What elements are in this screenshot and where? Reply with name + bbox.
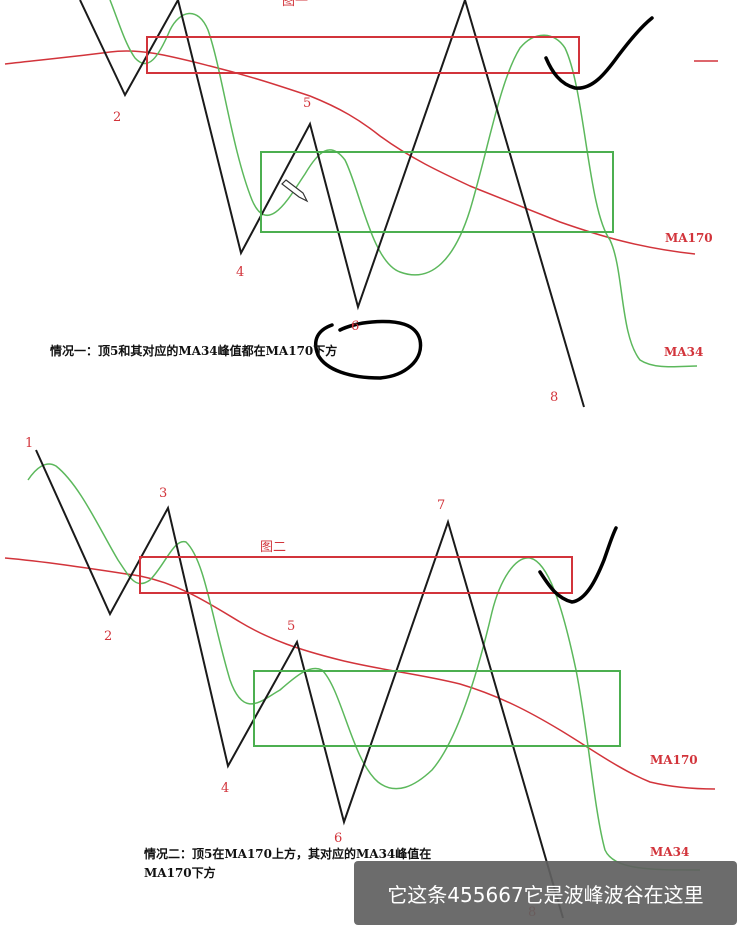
caption-top: 情况一：顶5和其对应的MA34峰值都在MA170下方 — [50, 343, 337, 358]
checkmark-annotation-top — [544, 16, 654, 90]
ma34-label-top: MA34 — [664, 345, 703, 359]
diagram-one: 图一 2 4 5 6 8 MA170 MA34 情况一：顶5和其对应的MA34峰… — [4, 0, 718, 408]
checkmark-annotation-bottom — [538, 526, 618, 604]
pencil-cursor-icon — [281, 179, 309, 203]
point-label-6-top: 6 — [351, 319, 359, 334]
point-label-5-top: 5 — [303, 96, 311, 111]
point-label-2-bottom: 2 — [104, 629, 112, 644]
diagram-canvas: 图一 2 4 5 6 8 MA170 MA34 情况一：顶5和其对应的MA34峰… — [4, 0, 718, 920]
ma170-label-top: MA170 — [665, 231, 713, 245]
green-box-top — [260, 151, 614, 233]
ma170-label-bottom: MA170 — [650, 753, 698, 767]
point-label-4-bottom: 4 — [221, 781, 229, 796]
point-label-1-bottom: 1 — [25, 436, 33, 451]
caption-bottom-line2: MA170下方 — [144, 865, 216, 880]
ma34-line-top — [109, 0, 698, 368]
green-box-bottom — [253, 670, 621, 747]
point-label-5-bottom: 5 — [287, 619, 295, 634]
caption-bottom-line1: 情况二：顶5在MA170上方，其对应的MA34峰值在 — [144, 846, 431, 861]
point-label-6-bottom: 6 — [334, 831, 342, 846]
diagram-one-title: 图一 — [282, 0, 308, 9]
point-label-8-top: 8 — [550, 390, 558, 405]
video-subtitle: 它这条455667它是波峰波谷在这里 — [354, 861, 737, 925]
ma34-label-bottom: MA34 — [650, 845, 689, 859]
point-label-2-top: 2 — [113, 110, 121, 125]
diagram-two: 图二 1 2 3 4 5 6 7 8 MA170 MA34 情况二：顶5在MA1… — [4, 436, 716, 920]
ma34-line-bottom — [27, 463, 701, 871]
point-label-4-top: 4 — [236, 265, 244, 280]
diagram-two-title: 图二 — [260, 540, 286, 555]
point-label-7-bottom: 7 — [437, 498, 445, 513]
point-label-3-bottom: 3 — [159, 486, 167, 501]
diagram-stage: 图一 2 4 5 6 8 MA170 MA34 情况一：顶5和其对应的MA34峰… — [0, 0, 739, 928]
